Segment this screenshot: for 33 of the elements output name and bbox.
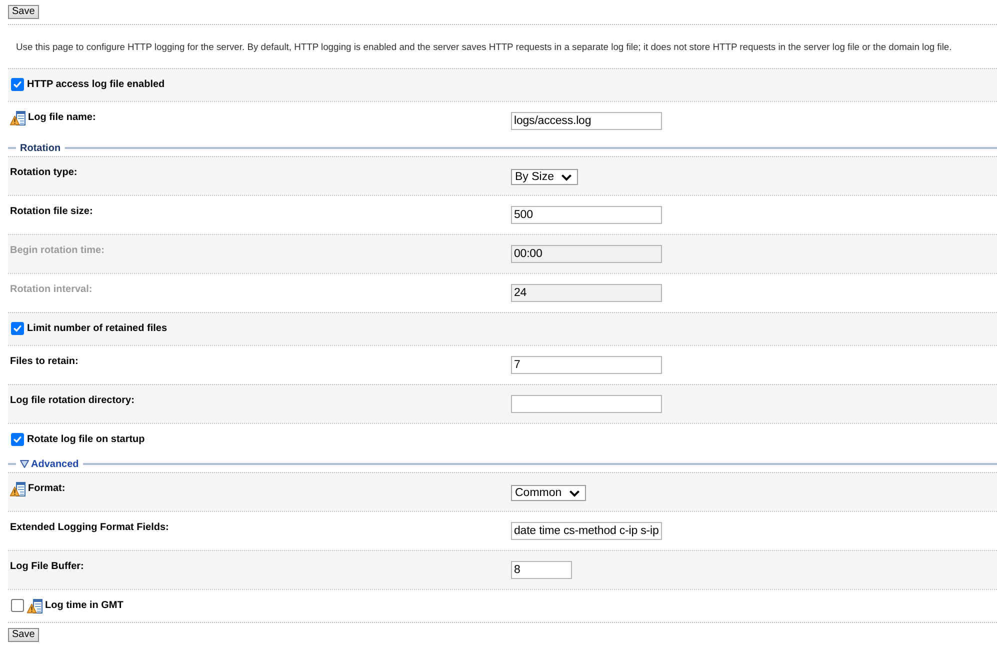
dropdown[interactable]: Common bbox=[511, 485, 586, 501]
section-title: Rotation bbox=[20, 142, 61, 154]
checkbox[interactable] bbox=[11, 433, 24, 446]
checkbox-label: Limit number of retained files bbox=[27, 322, 168, 336]
chevron-down-icon bbox=[561, 174, 572, 180]
text-field[interactable]: logs/access.log bbox=[511, 112, 662, 130]
text-field[interactable]: date time cs-method c-ip s-ip bbox=[511, 522, 662, 540]
section-toggle[interactable]: Advanced bbox=[20, 458, 79, 470]
dropdown[interactable]: By Size bbox=[511, 169, 578, 185]
save-button[interactable]: Save bbox=[8, 5, 39, 19]
field-label: Rotation file size: bbox=[10, 205, 93, 219]
checkbox-label: Rotate log file on startup bbox=[27, 433, 145, 447]
field-label: Format: bbox=[28, 482, 66, 496]
field-label: Extended Logging Format Fields: bbox=[10, 521, 169, 535]
text-field[interactable]: 7 bbox=[511, 356, 662, 374]
field-label: Log file rotation directory: bbox=[10, 394, 134, 408]
field-label: Log File Buffer: bbox=[10, 560, 84, 574]
checkbox-label: HTTP access log file enabled bbox=[27, 78, 165, 92]
field-label: Rotation type: bbox=[10, 166, 78, 180]
checkbox-label: Log time in GMT bbox=[45, 599, 124, 613]
chevron-down-icon bbox=[568, 490, 580, 496]
field-label: Files to retain: bbox=[10, 355, 78, 369]
checkbox[interactable] bbox=[11, 599, 24, 612]
checkbox[interactable] bbox=[11, 322, 24, 335]
save-button[interactable]: Save bbox=[8, 628, 39, 642]
text-field[interactable] bbox=[511, 395, 662, 413]
checkbox[interactable] bbox=[11, 78, 24, 91]
text-field[interactable]: 500 bbox=[511, 206, 662, 224]
text-field[interactable]: 8 bbox=[511, 561, 572, 579]
intro-text: Use this page to configure HTTP logging for the server. By default, HTTP logging is enabled and the server saves HTTP requests in a separate log file; it does not store HTTP requests in the server log file or the domain log file. bbox=[15, 40, 953, 54]
field-label: Log file name: bbox=[28, 111, 96, 125]
field-label: Rotation interval: bbox=[10, 283, 92, 297]
field-label: Begin rotation time: bbox=[10, 244, 104, 258]
